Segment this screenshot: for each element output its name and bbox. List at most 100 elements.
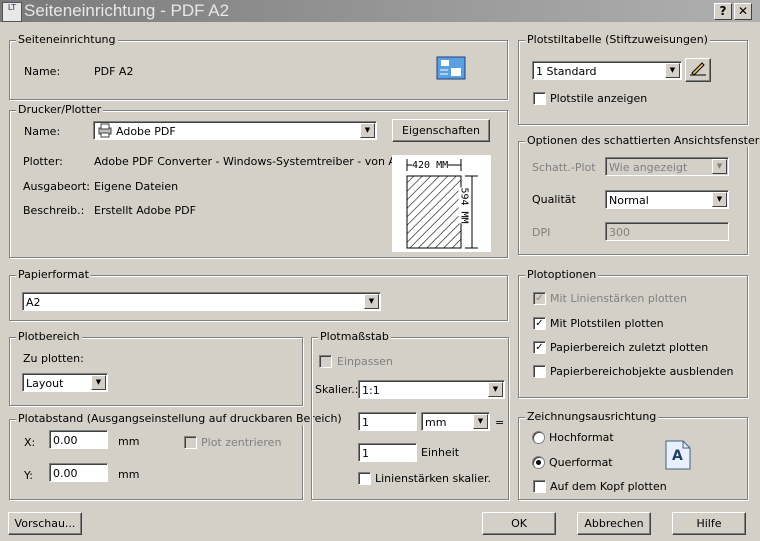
plot-area-label: Zu plotten: [23,352,84,365]
shaded-viewport-legend: Optionen des schattierten Ansichtsfenste… [525,134,760,147]
plot-area-select[interactable]: Layout ▼ [22,373,108,392]
portrait-label: Hochformat [549,431,614,444]
dpi-input[interactable]: 300 [605,222,729,241]
chevron-down-icon[interactable]: ▼ [360,123,375,138]
page-setup-icon [436,56,468,80]
page-setup-name-label: Name: [24,65,61,78]
plot-with-styles-checkbox[interactable]: ✓ [533,317,546,330]
center-plot-checkbox[interactable] [184,436,197,449]
scale-unit-value: mm [425,416,447,429]
pencil-icon [688,62,708,80]
description-value: Erstellt Adobe PDF [94,204,196,217]
plot-style-table-legend: Plotstiltabelle (Stiftzuweisungen) [525,33,710,46]
scale-select[interactable]: 1:1 ▼ [358,380,505,399]
paper-size-select[interactable]: A2 ▼ [22,292,381,311]
edit-style-button[interactable] [685,58,711,82]
chevron-down-icon[interactable]: ▼ [364,294,379,309]
location-value: Eigene Dateien [94,180,179,193]
scale-lineweights-checkbox[interactable] [358,472,371,485]
offset-x-unit: mm [118,435,140,448]
plot-options-legend: Plotoptionen [525,268,599,281]
properties-button[interactable]: Eigenschaften [392,119,490,142]
preview-height-label: 594 MM [458,187,470,224]
landscape-label: Querformat [549,456,613,469]
radio-selected-dot [536,460,541,465]
close-icon[interactable]: ✕ [734,3,752,20]
plot-paperspace-last-label: Papierbereich zuletzt plotten [550,341,709,354]
shade-plot-select[interactable]: Wie angezeigt ▼ [605,157,729,176]
quality-value: Normal [609,194,649,207]
offset-x-input[interactable]: 0.00 [49,430,108,449]
location-label: Ausgabeort: [23,180,90,193]
quality-select[interactable]: Normal ▼ [605,190,729,209]
equals-sign: = [495,416,505,429]
plot-area-group: Plotbereich [9,330,303,406]
chevron-down-icon[interactable]: ▼ [712,192,727,207]
paper-size-legend: Papierformat [16,268,91,281]
chevron-down-icon[interactable]: ▼ [488,382,503,397]
scale-unit-label: Einheit [421,446,460,459]
landscape-radio[interactable] [532,456,545,469]
show-plot-styles-checkbox[interactable] [533,92,546,105]
upside-down-checkbox[interactable] [533,480,546,493]
app-icon[interactable]: LT [2,2,22,22]
plot-style-table-group: Plotstiltabelle (Stiftzuweisungen) [518,33,748,125]
plotter-label: Plotter: [23,155,63,168]
offset-x-label: X: [24,436,36,449]
show-plot-styles-label: Plotstile anzeigen [550,92,648,105]
offset-y-unit: mm [118,468,140,481]
scale-unit-input[interactable]: 1 [358,443,417,462]
help-icon[interactable]: ? [714,3,732,20]
center-plot-label: Plot zentrieren [201,436,282,449]
chevron-down-icon[interactable]: ▼ [473,414,488,429]
fit-to-paper-label: Einpassen [337,355,393,368]
scale-label: Skalier.: [315,383,359,396]
fit-to-paper-checkbox[interactable] [319,355,332,368]
plot-style-table-value: 1 Standard [536,65,597,78]
page-setup-legend: Seiteneinrichtung [16,33,118,46]
orientation-legend: Zeichnungsausrichtung [525,410,659,423]
paper-size-value: A2 [26,296,41,309]
plot-with-styles-label: Mit Plotstilen plotten [550,317,664,330]
printer-name-value: Adobe PDF [116,125,176,138]
plot-style-table-select[interactable]: 1 Standard ▼ [532,61,682,80]
chevron-down-icon[interactable]: ▼ [712,159,727,174]
plot-area-legend: Plotbereich [16,330,82,343]
plot-scale-legend: Plotmaßstab [318,330,391,343]
plot-paperspace-last-checkbox[interactable]: ✓ [533,341,546,354]
chevron-down-icon[interactable]: ▼ [91,375,106,390]
offset-y-label: Y: [24,469,33,482]
page-setup-name-value: PDF A2 [94,65,134,78]
scale-lineweights-label: Linienstärken skalier. [375,472,492,485]
scale-value: 1:1 [362,384,380,397]
help-button[interactable]: Hilfe [672,512,746,535]
chevron-down-icon[interactable]: ▼ [665,63,680,78]
plot-offset-legend: Plotabstand (Ausgangseinstellung auf dru… [16,412,344,425]
cancel-button[interactable]: Abbrechen [577,512,651,535]
printer-name-label: Name: [24,125,61,138]
portrait-radio[interactable] [532,431,545,444]
shade-plot-label: Schatt.-Plot [532,161,596,174]
quality-label: Qualität [532,193,576,206]
upside-down-label: Auf dem Kopf plotten [550,480,667,493]
hide-paperspace-objects-label: Papierbereichobjekte ausblenden [550,365,734,378]
scale-unit-select[interactable]: mm ▼ [421,412,490,431]
printer-name-select[interactable]: Adobe PDF ▼ [93,121,377,140]
ok-button[interactable]: OK [482,512,556,535]
dpi-label: DPI [532,226,551,239]
description-label: Beschreib.: [23,204,85,217]
plot-area-value: Layout [26,377,64,390]
printer-icon [97,123,113,139]
plotter-value: Adobe PDF Converter - Windows-Systemtrei… [94,155,414,168]
offset-y-input[interactable]: 0.00 [49,463,108,482]
preview-width-label: 420 MM [412,160,449,171]
window-title: Seiteneinrichtung - PDF A2 [24,1,230,20]
preview-button[interactable]: Vorschau... [8,512,82,535]
plot-lineweights-checkbox[interactable]: ✓ [533,292,546,305]
orientation-preview-icon: A [665,440,691,470]
printer-legend: Drucker/Plotter [16,103,104,116]
shade-plot-value: Wie angezeigt [609,161,688,174]
orientation-letter: A [672,448,683,464]
hide-paperspace-objects-checkbox[interactable] [533,365,546,378]
scale-mm-input[interactable]: 1 [358,412,417,431]
